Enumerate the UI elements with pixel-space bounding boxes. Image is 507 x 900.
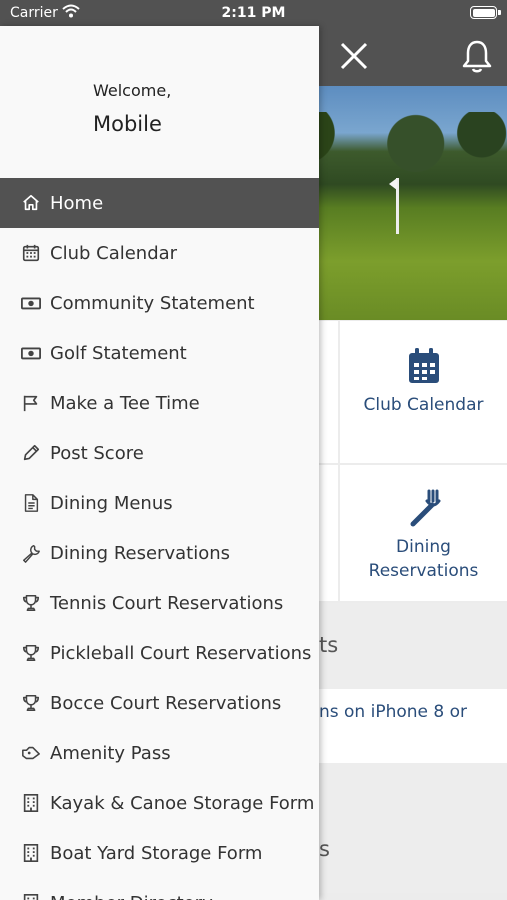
- menu-item-boat-yard-storage-form[interactable]: Boat Yard Storage Form: [0, 828, 319, 878]
- building-icon: [20, 842, 42, 864]
- trophy-icon: [20, 692, 42, 714]
- navigation-drawer: Welcome, Mobile Home Club Calendar Communi…: [0, 26, 319, 900]
- ticket-icon: [20, 742, 42, 764]
- menu-item-label: Pickleball Court Reservations: [50, 642, 312, 664]
- wrench-icon: [20, 542, 42, 564]
- document-icon: [20, 492, 42, 514]
- tile-hidden-left-1[interactable]: [319, 321, 338, 463]
- tile-dining-reservations[interactable]: Dining Reservations: [340, 465, 507, 601]
- menu-item-amenity-pass[interactable]: Amenity Pass: [0, 728, 319, 778]
- menu-item-club-calendar[interactable]: Club Calendar: [0, 228, 319, 278]
- clock: 2:11 PM: [221, 5, 286, 21]
- trophy-icon: [20, 592, 42, 614]
- welcome-greeting: Welcome,: [93, 81, 172, 100]
- home-icon: [20, 192, 42, 214]
- menu-item-tennis-court-reservations[interactable]: Tennis Court Reservations: [0, 578, 319, 628]
- menu-item-make-a-tee-time[interactable]: Make a Tee Time: [0, 378, 319, 428]
- tile-club-calendar[interactable]: Club Calendar: [340, 321, 507, 463]
- section-text-fragment[interactable]: ns on iPhone 8 or: [319, 689, 507, 763]
- tile-label-line2: Reservations: [368, 561, 479, 581]
- fork-icon: [410, 489, 440, 527]
- calendar-icon: [408, 348, 439, 383]
- money-icon: [20, 292, 42, 314]
- tile-label: Club Calendar: [363, 395, 484, 415]
- tile-hidden-left-2[interactable]: [319, 465, 338, 601]
- menu-item-label: Bocce Court Reservations: [50, 692, 282, 714]
- menu-item-label: Community Statement: [50, 292, 255, 314]
- calendar-icon: [20, 242, 42, 264]
- welcome-block: Welcome, Mobile: [0, 26, 319, 178]
- status-bar: Carrier 2:11 PM: [0, 0, 507, 26]
- flag-icon: [20, 392, 42, 414]
- menu-item-label: Make a Tee Time: [50, 392, 200, 414]
- menu-item-label: Member Directory: [50, 893, 213, 900]
- section-heading-fragment: ts: [319, 603, 507, 689]
- menu-item-home[interactable]: Home: [0, 178, 319, 228]
- menu-item-community-statement[interactable]: Community Statement: [0, 278, 319, 328]
- menu-item-label: Dining Menus: [50, 492, 173, 514]
- section-heading-fragment-2: s: [319, 763, 507, 893]
- building-icon: [20, 792, 42, 814]
- pencil-icon: [20, 442, 42, 464]
- battery-tip: [498, 10, 501, 15]
- menu-item-label: Dining Reservations: [50, 542, 230, 564]
- menu-item-dining-reservations[interactable]: Dining Reservations: [0, 528, 319, 578]
- menu-item-label: Boat Yard Storage Form: [50, 842, 263, 864]
- menu-item-dining-menus[interactable]: Dining Menus: [0, 478, 319, 528]
- menu-item-label: Tennis Court Reservations: [50, 592, 284, 614]
- menu-item-label: Club Calendar: [50, 242, 178, 264]
- money-icon: [20, 342, 42, 364]
- menu-item-label: Home: [50, 192, 104, 214]
- menu-item-golf-statement[interactable]: Golf Statement: [0, 328, 319, 378]
- menu-item-kayak-and-canoe-storage-form[interactable]: Kayak & Canoe Storage Form: [0, 778, 319, 828]
- drawer-menu: Home Club Calendar Community Statement Golf…: [0, 178, 319, 900]
- menu-item-bocce-court-reservations[interactable]: Bocce Court Reservations: [0, 678, 319, 728]
- bell-icon[interactable]: [460, 38, 494, 74]
- menu-item-post-score[interactable]: Post Score: [0, 428, 319, 478]
- tile-label-line1: Dining: [396, 537, 451, 557]
- menu-item-member-directory[interactable]: Member Directory: [0, 878, 319, 900]
- building-icon: [20, 892, 42, 900]
- trophy-icon: [20, 642, 42, 664]
- menu-item-label: Kayak & Canoe Storage Form: [50, 792, 315, 814]
- close-icon[interactable]: [336, 38, 372, 74]
- battery-icon: [470, 6, 497, 19]
- user-name: Mobile: [93, 112, 162, 136]
- menu-item-label: Amenity Pass: [50, 742, 171, 764]
- flag: [389, 178, 397, 190]
- menu-item-label: Golf Statement: [50, 342, 187, 364]
- menu-item-label: Post Score: [50, 442, 144, 464]
- menu-item-pickleball-court-reservations[interactable]: Pickleball Court Reservations: [0, 628, 319, 678]
